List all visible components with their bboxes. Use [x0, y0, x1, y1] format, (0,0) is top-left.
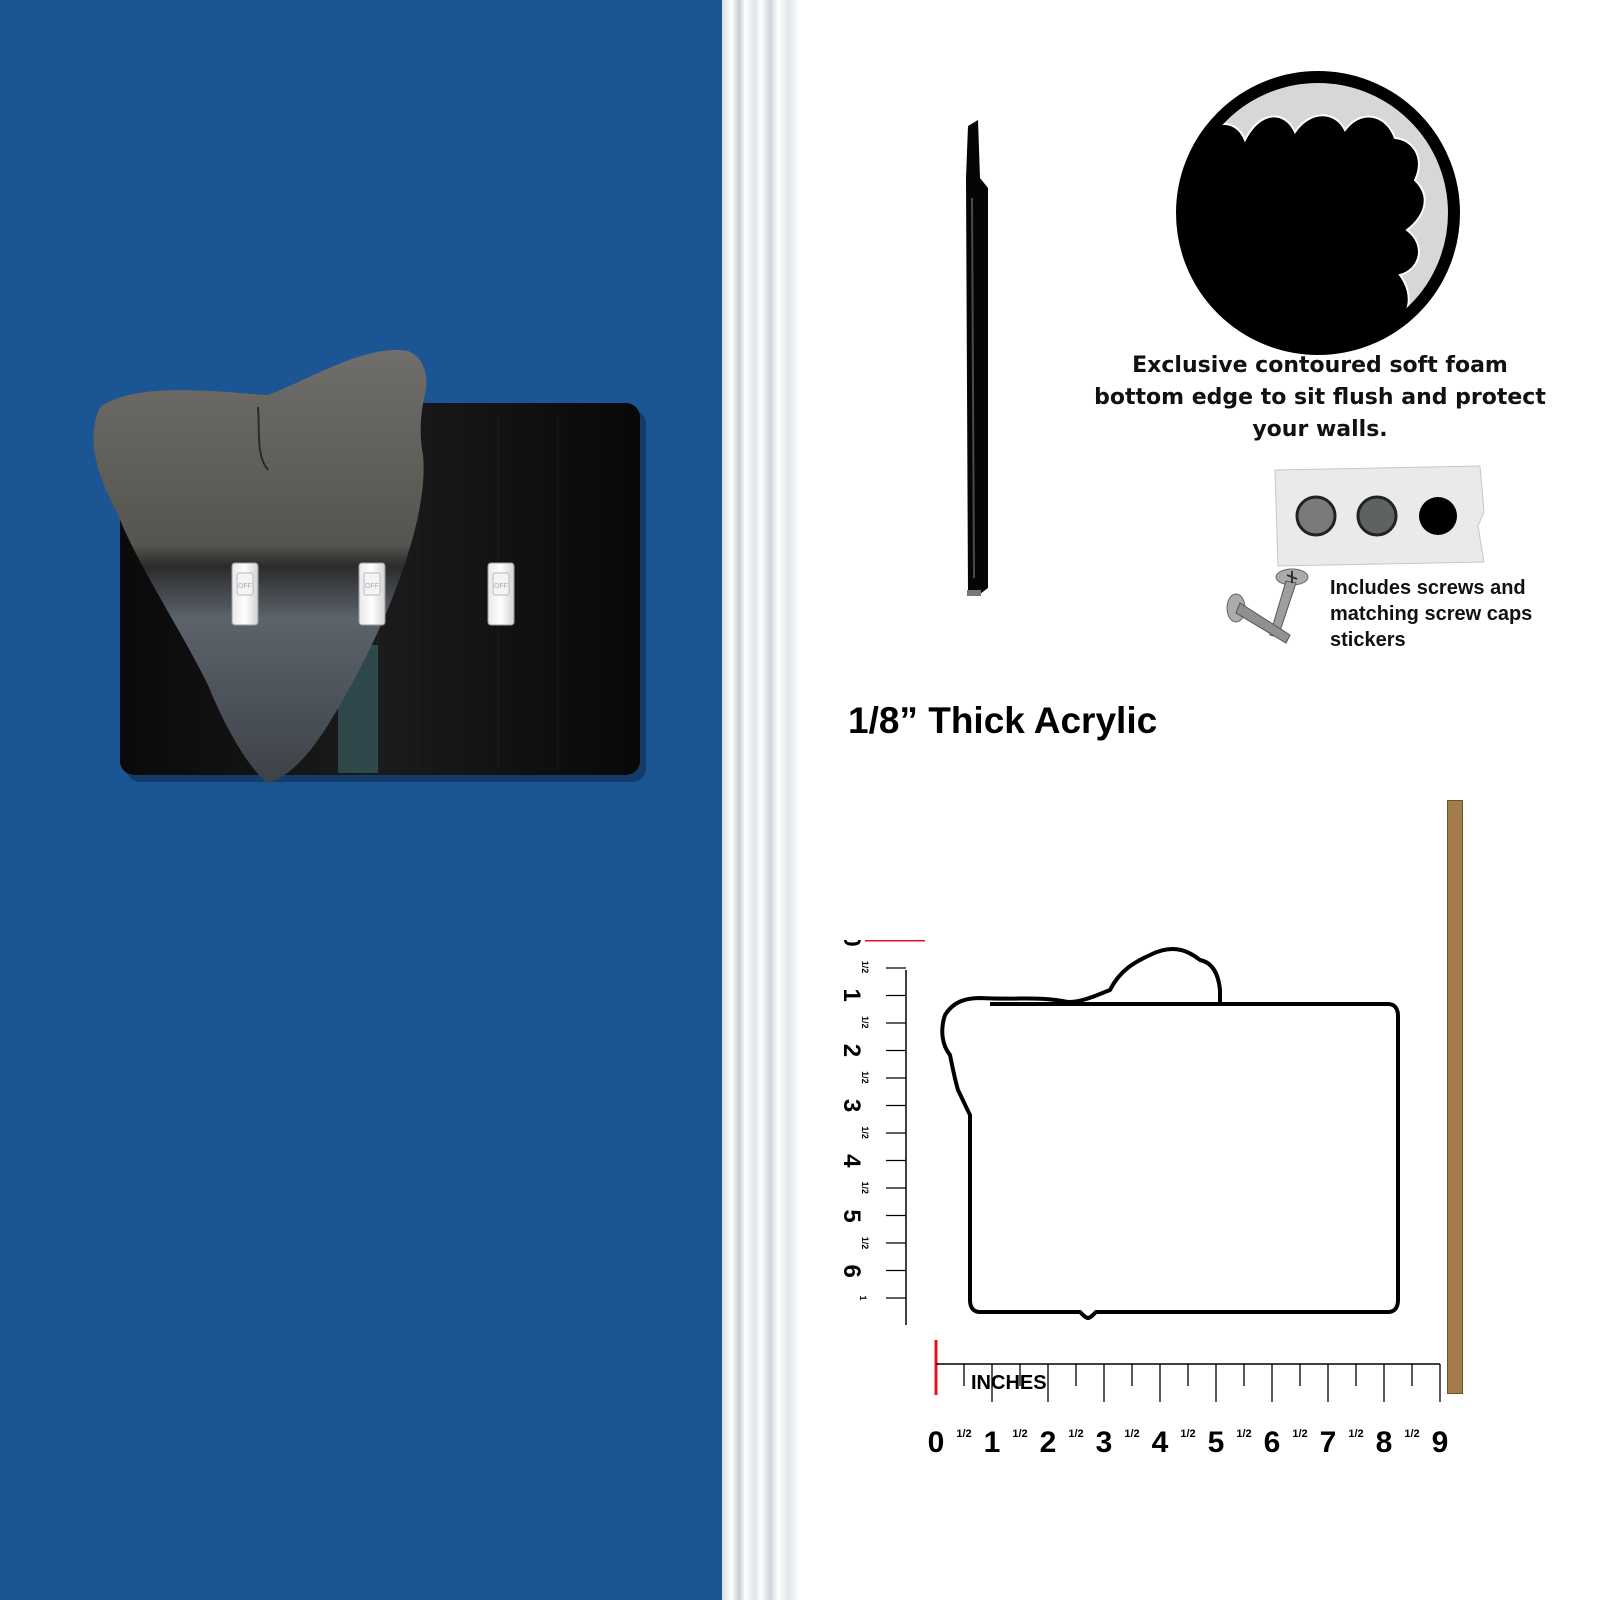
- foam-caption: Exclusive contoured soft foam bottom edg…: [1070, 350, 1570, 446]
- screw-cap-sticker-gray: [1356, 495, 1398, 537]
- screws-caption-line: Includes screws and: [1330, 577, 1526, 599]
- ruler-number: 6: [840, 1265, 865, 1278]
- svg-text:OFF: OFF: [494, 583, 508, 590]
- foam-caption-line: your walls.: [1252, 417, 1388, 442]
- ruler-half-label: 1/2: [1404, 1428, 1419, 1440]
- ruler-half-label: 1/2: [860, 1182, 870, 1195]
- ruler-half-label: 1/2: [860, 1016, 870, 1029]
- ruler-half-label: 1/2: [860, 1237, 870, 1250]
- ruler-number: 6: [1264, 1426, 1281, 1459]
- plate-outline: [940, 947, 1400, 1320]
- ruler-number: 0: [928, 1426, 945, 1459]
- foam-caption-line: Exclusive contoured soft foam: [1132, 353, 1508, 378]
- door-frame-molding: [722, 0, 800, 1600]
- ruler-half-label: 1/2: [860, 1071, 870, 1084]
- ruler-half-label: 1/2: [1348, 1428, 1363, 1440]
- ruler-half-label: 1/2: [1236, 1428, 1251, 1440]
- plate-side-profile: [966, 120, 988, 596]
- ruler-number: 3: [840, 1099, 865, 1112]
- ruler-number: 7: [1320, 1426, 1337, 1459]
- screw-cap-stickers: [1274, 465, 1485, 567]
- ruler-half-label: 1/2: [1012, 1428, 1027, 1440]
- dimension-diagram: 0 1/2 1 1/2 2 1/2 3 1/2 4 1/2 5 1/2 6 1 0 1/2 1 1/2 2 1/2 3…: [840, 940, 1449, 1459]
- tooth-switch-plate: OFF OFF OFF: [93, 349, 646, 783]
- ruler-end-digit: 1: [858, 1295, 868, 1300]
- foam-caption-line: bottom edge to sit flush and protect: [1094, 385, 1546, 410]
- horizontal-ruler: 0 1/2 1 1/2 2 1/2 3 1/2 4 1/2 5 1/2 6 1/2 7 1/2 8 1/2 9: [928, 1340, 1449, 1459]
- ruler-half-label: 1/2: [956, 1428, 971, 1440]
- ruler-number: 3: [1096, 1426, 1113, 1459]
- ruler-number: 1: [984, 1426, 1001, 1459]
- screw-cap-sticker-black: [1419, 497, 1457, 535]
- ruler-number: 2: [1040, 1426, 1057, 1459]
- vertical-ruler: 0 1/2 1 1/2 2 1/2 3 1/2 4 1/2 5 1/2 6 1: [840, 940, 925, 1325]
- ruler-number: 1: [840, 989, 865, 1002]
- ruler-number: 9: [1432, 1426, 1449, 1459]
- screws-icon: [1226, 568, 1309, 644]
- toggle-switch-1[interactable]: OFF: [231, 562, 259, 626]
- toggle-switch-3[interactable]: OFF: [487, 562, 515, 626]
- thickness-title: 1/8” Thick Acrylic: [848, 700, 1158, 741]
- ruler-number: 4: [1152, 1426, 1169, 1459]
- screws-caption: Includes screws and matching screw caps …: [1330, 575, 1590, 653]
- ruler-half-label: 1/2: [1124, 1428, 1139, 1440]
- ruler-number: 2: [840, 1044, 865, 1057]
- foam-edge-closeup: [1176, 71, 1460, 355]
- screws-caption-line: matching screw caps: [1330, 603, 1533, 625]
- ruler-number: 5: [1208, 1426, 1225, 1459]
- toggle-switch-2[interactable]: OFF: [358, 562, 386, 626]
- screw-cap-sticker-silver: [1295, 495, 1337, 537]
- ruler-half-label: 1/2: [860, 1126, 870, 1139]
- ruler-number: 4: [840, 1154, 865, 1168]
- svg-text:OFF: OFF: [365, 583, 379, 590]
- ruler-half-label: 1/2: [860, 961, 870, 974]
- ruler-half-label: 1/2: [1292, 1428, 1307, 1440]
- ruler-half-label: 1/2: [1180, 1428, 1195, 1440]
- ruler-number: 0: [840, 940, 865, 947]
- screws-caption-line: stickers: [1330, 629, 1406, 651]
- ruler-half-label: 1/2: [1068, 1428, 1083, 1440]
- ruler-number: 8: [1376, 1426, 1393, 1459]
- ruler-number: 5: [840, 1209, 865, 1222]
- svg-text:OFF: OFF: [238, 583, 252, 590]
